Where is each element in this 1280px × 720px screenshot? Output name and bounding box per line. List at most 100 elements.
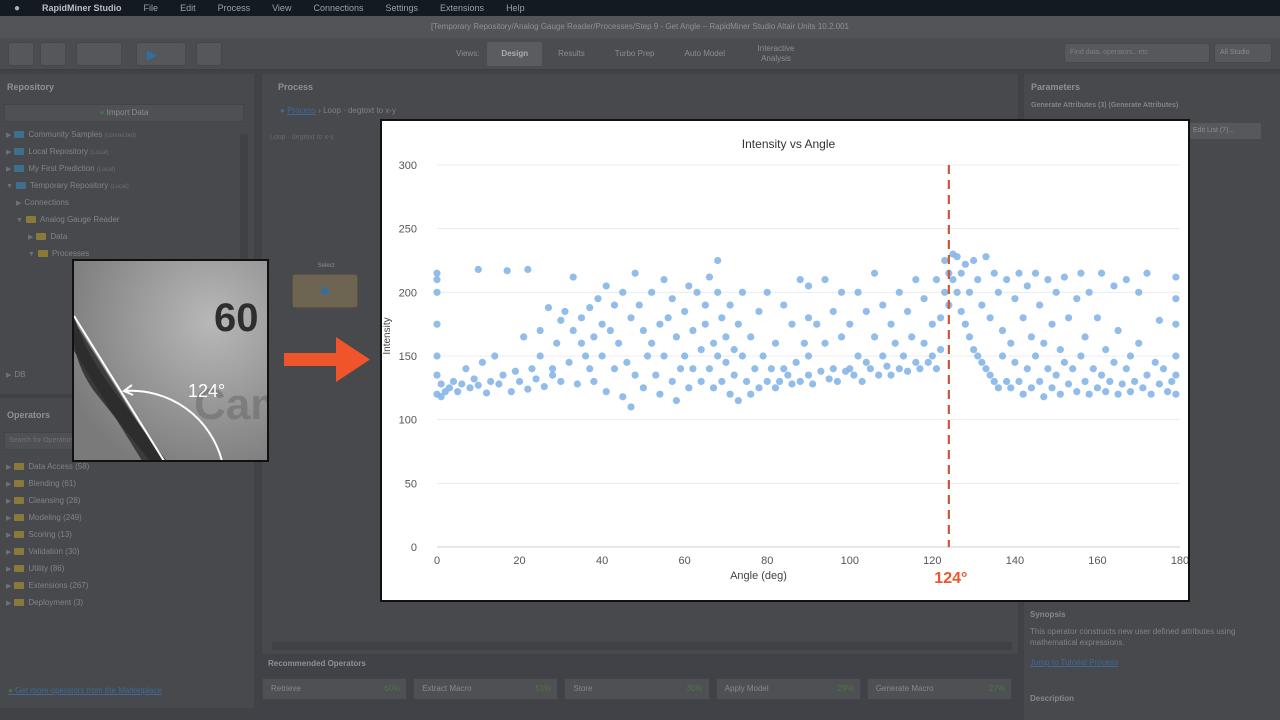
save-button[interactable]: [76, 42, 122, 66]
marketplace-link[interactable]: ● Get more operators from the Marketplac…: [8, 686, 162, 695]
data-point: [846, 365, 854, 373]
rec-apply-model[interactable]: Apply Model 29%: [715, 678, 861, 700]
rec-generate-macro[interactable]: Generate Macro 27%: [866, 678, 1013, 700]
data-point: [1126, 352, 1135, 360]
studio-select[interactable]: All Studio: [1214, 43, 1272, 63]
menu-help[interactable]: Help: [506, 3, 525, 13]
data-point: [870, 269, 879, 277]
ops-utility[interactable]: ▶ Utility (86): [6, 564, 64, 573]
repo-item-data[interactable]: ▶ Data: [28, 232, 67, 241]
repo-item-db[interactable]: ▶ DB: [6, 370, 26, 379]
data-point: [928, 352, 936, 360]
run-button[interactable]: ▶: [136, 42, 186, 66]
ops-cleansing[interactable]: ▶ Cleansing (28): [6, 496, 80, 505]
repo-sub: (Local): [96, 167, 116, 173]
ops-data-access[interactable]: ▶ Data Access (58): [6, 462, 89, 471]
rec-pct: 29%: [837, 684, 854, 693]
data-point: [804, 371, 813, 379]
process-scrollbar[interactable]: [272, 642, 1012, 650]
apple-icon[interactable]: ●: [14, 3, 20, 14]
tab-auto-model[interactable]: Auto Model: [671, 42, 739, 66]
app-menu[interactable]: RapidMiner Studio: [42, 3, 122, 13]
tutorial-link[interactable]: Jump to Tutorial Process: [1030, 658, 1118, 667]
data-point: [953, 288, 961, 296]
data-point: [569, 326, 577, 335]
data-point: [544, 304, 553, 312]
breadcrumb-root[interactable]: Process: [287, 106, 316, 115]
sub-breadcrumb: Loop · degtoxt to x-y: [270, 134, 334, 141]
repo-item-analog-gauge[interactable]: ▼ Analog Gauge Reader: [16, 215, 120, 224]
data-point: [1052, 371, 1060, 379]
data-point: [454, 388, 462, 396]
ops-extensions[interactable]: ▶ Extensions (267): [6, 581, 88, 590]
expand-icon: ▶: [6, 166, 12, 173]
data-point: [606, 326, 614, 335]
operator-node[interactable]: Select ▲: [292, 263, 358, 308]
data-point: [1093, 384, 1102, 392]
data-point: [685, 282, 693, 290]
rec-retrieve[interactable]: Retrieve 60%: [262, 678, 408, 700]
data-point: [829, 307, 837, 316]
data-point: [870, 333, 879, 341]
data-point: [788, 320, 796, 328]
info-icon: ●: [280, 106, 288, 115]
data-point: [883, 362, 891, 370]
rec-store[interactable]: Store 30%: [564, 678, 710, 700]
data-point: [887, 320, 895, 328]
tab-interactive-analysis[interactable]: Interactive Analysis: [741, 42, 811, 66]
import-data-label: Import Data: [106, 108, 149, 117]
data-point: [705, 273, 714, 281]
menu-view[interactable]: View: [272, 3, 291, 13]
data-point: [780, 301, 788, 309]
import-data-button[interactable]: ● Import Data: [4, 104, 244, 122]
operator-triangle-icon: ▲: [317, 281, 333, 298]
chart-panel: 0 50 100 150 200 250 300 0 20 40 60 80 100 120 140 160 1…: [380, 119, 1190, 602]
global-search-input[interactable]: Find data, operators...etc: [1064, 43, 1210, 63]
ops-deployment[interactable]: ▶ Deployment (3): [6, 598, 83, 607]
new-process-button[interactable]: [8, 42, 34, 66]
repo-item-community[interactable]: ▶ Community Samples (connected): [6, 130, 136, 139]
data-point: [536, 352, 544, 360]
repo-label: Temporary Repository: [29, 181, 109, 190]
ops-label: Utility (86): [28, 564, 65, 573]
data-point: [936, 314, 945, 322]
ops-scoring[interactable]: ▶ Scoring (13): [6, 530, 72, 539]
menu-connections[interactable]: Connections: [313, 3, 363, 13]
menu-extensions[interactable]: Extensions: [440, 3, 484, 13]
data-point: [577, 339, 586, 347]
menu-file[interactable]: File: [144, 3, 159, 13]
repo-item-processes[interactable]: ▼ Processes: [28, 249, 89, 258]
folder-icon: [36, 233, 47, 241]
data-point: [668, 295, 676, 303]
stop-button[interactable]: [196, 42, 222, 66]
ops-blending[interactable]: ▶ Blending (61): [6, 479, 76, 488]
menu-process[interactable]: Process: [218, 3, 251, 13]
x-tick-label: 40: [596, 555, 608, 567]
data-point: [573, 380, 581, 388]
data-point: [722, 358, 730, 366]
database-icon: [14, 131, 25, 139]
tab-turbo-prep[interactable]: Turbo Prep: [601, 42, 669, 66]
data-point: [734, 320, 742, 328]
open-folder-button[interactable]: [40, 42, 66, 66]
menu-settings[interactable]: Settings: [386, 3, 419, 13]
tab-design[interactable]: Design: [487, 42, 543, 66]
repo-item-connections[interactable]: ▶ Connections: [16, 198, 69, 207]
rec-extract-macro[interactable]: Extract Macro 51%: [413, 678, 559, 700]
repo-item-temporary[interactable]: ▼ Temporary Repository (Local): [6, 181, 129, 190]
repo-item-local[interactable]: ▶ Local Repository (Local): [6, 147, 109, 156]
operators-title: Operators: [7, 410, 51, 420]
tab-results[interactable]: Results: [544, 42, 599, 66]
edit-list-button[interactable]: Edit List (7)...: [1186, 122, 1262, 140]
expand-icon: ▶: [6, 498, 12, 505]
ops-modeling[interactable]: ▶ Modeling (249): [6, 513, 82, 522]
repo-sub: (connected): [104, 133, 137, 139]
x-tick-label: 180: [1171, 555, 1188, 567]
ops-validation[interactable]: ▶ Validation (30): [6, 547, 79, 556]
process-breadcrumb: ● Process › Loop · degtoxt to x-y: [280, 106, 397, 115]
data-point: [1031, 352, 1040, 360]
repo-item-my-first[interactable]: ▶ My First Prediction (Local): [6, 164, 115, 173]
menu-edit[interactable]: Edit: [180, 3, 196, 13]
data-point: [445, 384, 453, 392]
data-point: [689, 326, 697, 335]
